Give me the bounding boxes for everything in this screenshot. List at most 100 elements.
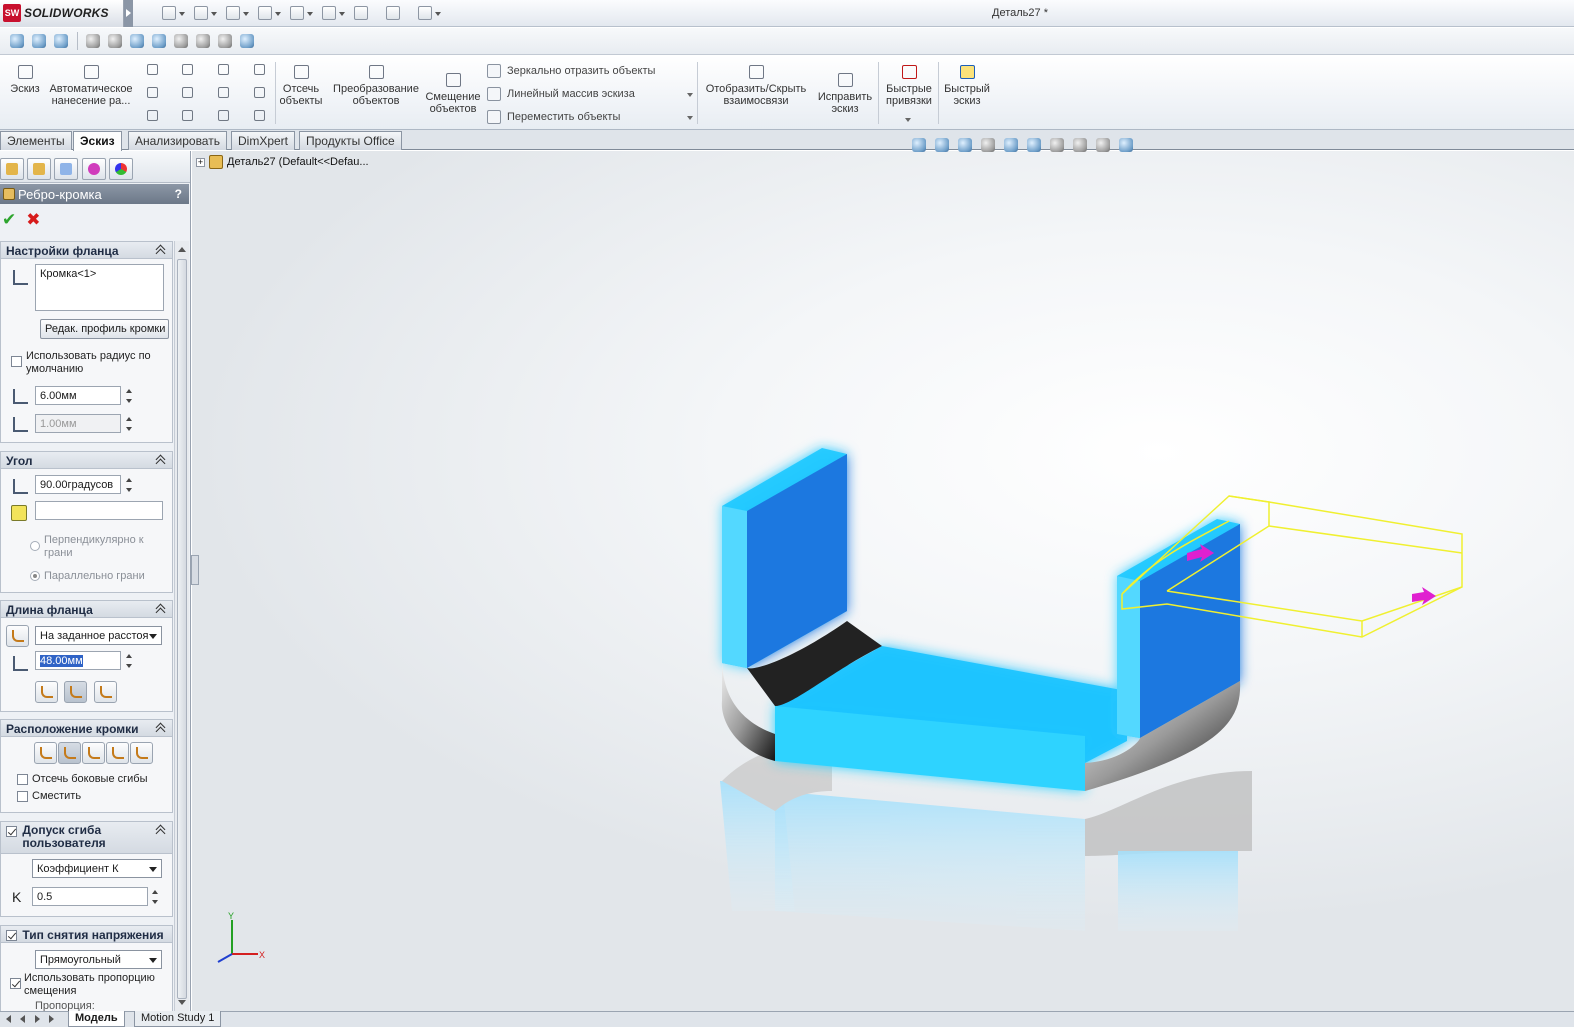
outer-virtual-sharp-button[interactable] [35, 681, 58, 703]
polygon-icon[interactable] [180, 108, 195, 123]
fillet-icon[interactable] [216, 108, 231, 123]
reverse-direction-button[interactable] [6, 625, 29, 647]
save-button[interactable] [224, 4, 252, 22]
perpendicular-radio[interactable] [30, 541, 40, 551]
material-outside-button[interactable] [58, 742, 81, 764]
line-icon[interactable] [145, 62, 160, 77]
display-style-icon[interactable] [150, 32, 169, 50]
undo-button[interactable] [288, 4, 316, 22]
material-inside-button[interactable] [34, 742, 57, 764]
slot-icon[interactable] [145, 108, 160, 123]
group-header[interactable]: Расположение кромки [1, 720, 172, 737]
parallel-radio[interactable] [30, 571, 40, 581]
sheet-metal-model[interactable] [192, 151, 1574, 1011]
convert-entities-button[interactable]: Преобразование объектов [330, 62, 422, 107]
help-button[interactable]: ? [175, 187, 182, 201]
tab-motion-study[interactable]: Motion Study 1 [134, 1011, 222, 1027]
relief-type-dropdown[interactable]: Прямоугольный [35, 950, 162, 969]
group-header[interactable]: Угол [1, 452, 172, 469]
linear-pattern-button[interactable]: Линейный массив эскиза [487, 87, 635, 101]
edge-selection-list[interactable]: Кромка<1> [35, 264, 164, 311]
point-icon[interactable] [252, 108, 267, 123]
smart-dimension-button[interactable]: Автоматическое нанесение ра... [48, 62, 134, 107]
face-selection-field[interactable] [35, 501, 163, 520]
sketch-grid-icon[interactable] [252, 62, 267, 77]
circle-icon[interactable] [180, 62, 195, 77]
text-icon[interactable] [252, 85, 267, 100]
display-manager-tab-icon[interactable] [109, 158, 133, 180]
previous-tab-icon[interactable] [18, 1014, 28, 1024]
zoom-to-area-icon[interactable] [30, 32, 49, 50]
configuration-manager-tab-icon[interactable] [54, 158, 78, 180]
bend-from-virtual-sharp-button[interactable] [106, 742, 129, 764]
gap-distance-spinner[interactable] [126, 415, 134, 433]
view-settings-icon[interactable] [238, 32, 257, 50]
relief-checkbox[interactable] [6, 930, 17, 942]
gap-distance-input[interactable]: 1.00мм [35, 414, 121, 433]
scrollbar-thumb[interactable] [177, 259, 187, 999]
mirror-entities-button[interactable]: Зеркально отразить объекты [487, 64, 655, 78]
open-document-button[interactable] [192, 4, 220, 22]
dynamic-annotation-icon[interactable] [106, 32, 125, 50]
flange-length-spinner[interactable] [126, 652, 134, 670]
sketch-button[interactable]: Эскиз [4, 62, 46, 95]
panel-scrollbar[interactable] [174, 241, 189, 1011]
chevron-down-icon[interactable] [687, 93, 693, 97]
tab-office-products[interactable]: Продукты Office [299, 131, 402, 150]
chevron-down-icon[interactable] [905, 118, 911, 122]
use-default-radius-checkbox[interactable] [11, 356, 22, 367]
last-tab-icon[interactable] [46, 1014, 56, 1024]
flange-angle-input[interactable]: 90.00градусов [35, 475, 121, 494]
scroll-down-icon[interactable] [178, 1000, 186, 1005]
repair-sketch-button[interactable]: Исправить эскиз [815, 70, 875, 115]
offset-entities-button[interactable]: Смещение объектов [424, 70, 482, 115]
dimxpert-manager-tab-icon[interactable] [82, 158, 106, 180]
rectangle-icon[interactable] [145, 85, 160, 100]
print-button[interactable] [256, 4, 284, 22]
first-tab-icon[interactable] [4, 1014, 14, 1024]
rebuild-button[interactable] [352, 4, 380, 22]
file-properties-button[interactable] [384, 4, 412, 22]
k-factor-spinner[interactable] [152, 888, 160, 906]
tab-sketch[interactable]: Эскиз [73, 131, 122, 151]
tab-dimxpert[interactable]: DimXpert [231, 131, 296, 150]
ellipse-icon[interactable] [216, 85, 231, 100]
end-condition-dropdown[interactable]: На заданное расстоя [35, 626, 162, 645]
inner-virtual-sharp-button[interactable] [64, 681, 87, 703]
group-header[interactable]: Допуск сгиба пользователя [1, 822, 172, 854]
apply-scene-icon[interactable] [216, 32, 235, 50]
edge-list-item[interactable]: Кромка<1> [40, 268, 96, 280]
feature-manager-tab-icon[interactable] [0, 158, 24, 180]
edit-flange-profile-button[interactable]: Редак. профиль кромки [40, 319, 169, 339]
quick-snaps-button[interactable]: Быстрые привязки [881, 62, 937, 107]
flange-length-input[interactable]: 48.00мм [35, 651, 121, 670]
collapse-icon[interactable] [156, 454, 167, 465]
flange-angle-spinner[interactable] [126, 476, 134, 494]
new-document-button[interactable] [160, 4, 188, 22]
collapse-icon[interactable] [156, 824, 167, 835]
tangent-to-bend-button[interactable] [130, 742, 153, 764]
hide-show-items-icon[interactable] [172, 32, 191, 50]
scroll-up-icon[interactable] [178, 247, 186, 252]
rapid-sketch-button[interactable]: Быстрый эскиз [941, 62, 993, 107]
use-relief-ratio-checkbox[interactable] [10, 978, 21, 989]
options-button[interactable] [416, 4, 444, 22]
group-header[interactable]: Настройки фланца [1, 242, 172, 259]
bend-radius-spinner[interactable] [126, 387, 134, 405]
move-entities-button[interactable]: Переместить объекты [487, 110, 620, 124]
edit-appearance-icon[interactable] [194, 32, 213, 50]
offset-checkbox[interactable] [17, 791, 28, 802]
chevron-down-icon[interactable] [687, 116, 693, 120]
bend-allowance-checkbox[interactable] [6, 826, 17, 838]
collapse-icon[interactable] [156, 244, 167, 255]
arc-icon[interactable] [180, 85, 195, 100]
tab-model[interactable]: Модель [68, 1011, 125, 1027]
zoom-to-fit-icon[interactable] [8, 32, 27, 50]
k-factor-input[interactable]: 0.5 [32, 887, 148, 906]
tab-evaluate[interactable]: Анализировать [128, 131, 227, 150]
spline-icon[interactable] [216, 62, 231, 77]
next-tab-icon[interactable] [32, 1014, 42, 1024]
group-header[interactable]: Длина фланца [1, 601, 172, 618]
menu-expand-arrow[interactable] [124, 0, 133, 27]
previous-view-icon[interactable] [52, 32, 71, 50]
